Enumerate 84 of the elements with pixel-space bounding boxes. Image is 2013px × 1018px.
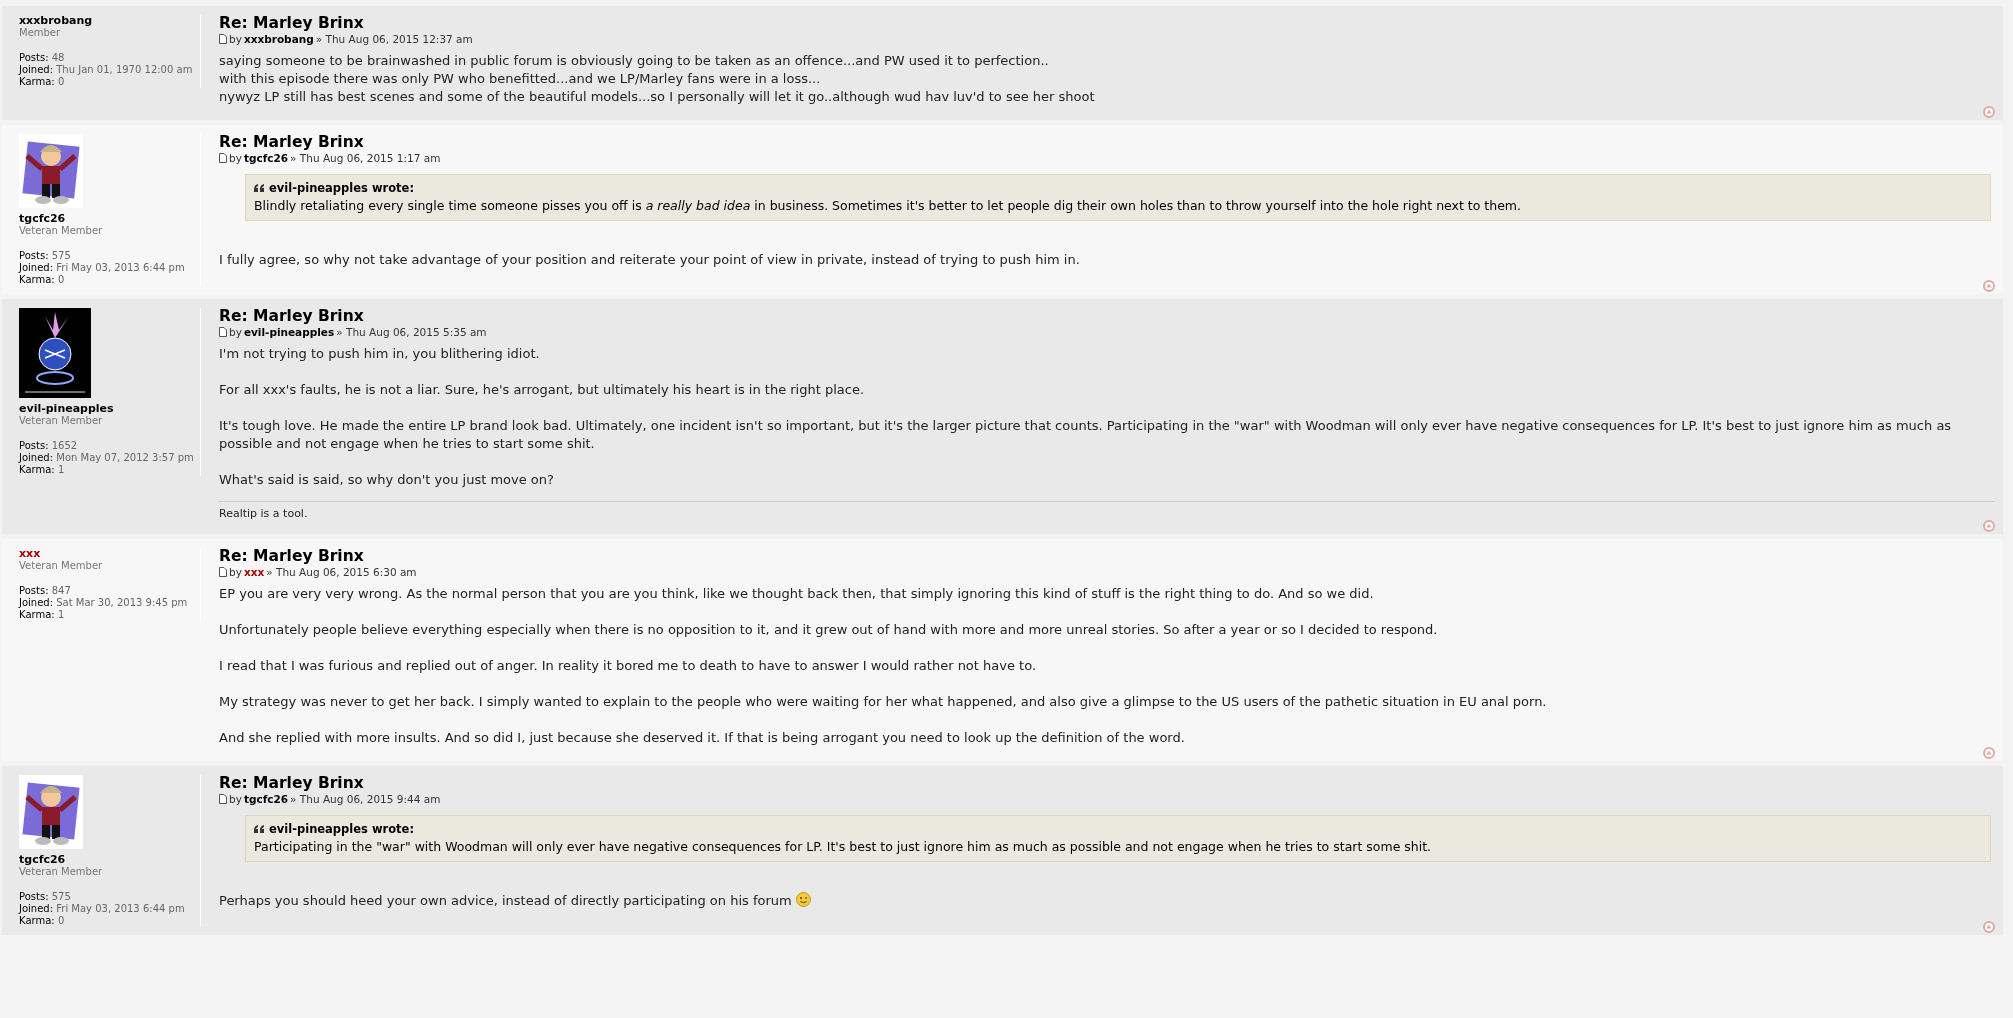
author-rank: Member — [19, 27, 62, 39]
byline-author[interactable]: tgcfc26 — [243, 152, 289, 164]
post-date: » Thu Aug 06, 2015 12:37 am — [315, 33, 473, 45]
byline-author[interactable]: tgcfc26 — [243, 793, 289, 805]
post-date: » Thu Aug 06, 2015 5:35 am — [336, 326, 487, 338]
stat-value: 1652 — [51, 440, 78, 451]
stat-label: Posts: — [19, 250, 49, 261]
post-text: And she replied with more insults. And so did I, just because she deserved it. If that is being arrogant you need to look up the definition of the word. — [219, 730, 1185, 745]
author-name[interactable]: xxx — [19, 548, 196, 560]
author-name[interactable]: xxxbrobang — [19, 15, 196, 27]
signature: Realtip is a tool. — [219, 501, 1995, 520]
byline-label: by — [229, 326, 242, 338]
post-text: I fully agree, so why not take advantage of your position and reiterate your point of view in private, instead of trying to push him in. — [219, 252, 1080, 267]
byline-author[interactable]: xxx — [243, 566, 265, 578]
post-text: EP you are very very wrong. As the normal person that you are you think, like we thought back then, that simply ignoring this kind of stuff is the right thing to do. And so we did. — [219, 586, 1374, 601]
stat-label: Joined: — [19, 903, 54, 914]
stat-label: Joined: — [19, 452, 54, 463]
stat-value: 0 — [57, 76, 65, 87]
stat-value: 0 — [57, 915, 65, 926]
stat-value: Sat Mar 30, 2013 9:45 pm — [56, 597, 188, 608]
post-date: » Thu Aug 06, 2015 1:17 am — [290, 152, 441, 164]
quote-icon — [254, 825, 265, 833]
stat-label: Karma: — [19, 464, 55, 475]
author-rank: Veteran Member — [19, 415, 104, 427]
post-text: For all xxx's faults, he is not a liar. Sure, he's arrogant, but ultimately his heart is in the right place. — [219, 382, 865, 397]
quote-icon — [254, 184, 265, 192]
stat-label: Posts: — [19, 585, 49, 596]
document-icon[interactable] — [219, 153, 227, 163]
post-text: saying someone to be brainwashed in public forum is obviously going to be taken as an offence...and PW used it to perfection.. with this episode there was only PW who benefitted...and we LP/Marley fans were in a loss... nywyz LP still has best scenes and some of the beautiful models...so I personally will let it go..although wud hav luv'd to see her shoot — [219, 53, 1095, 104]
post-text: What's said is said, so why don't you just move on? — [219, 472, 554, 487]
post-title[interactable]: Re: Marley Brinx — [219, 307, 1995, 325]
stat-label: Karma: — [19, 915, 55, 926]
stat-label: Joined: — [19, 64, 54, 75]
stat-value: Mon May 07, 2012 3:57 pm — [56, 452, 194, 463]
author-name[interactable]: tgcfc26 — [19, 854, 196, 866]
post-text: Unfortunately people believe everything especially when there is no opposition to it, and it grew out of hand with more and more unreal stories. So after a year or so I decided to respond. — [219, 622, 1438, 637]
stat-label: Joined: — [19, 597, 54, 608]
stat-value: 0 — [57, 274, 65, 285]
post-title[interactable]: Re: Marley Brinx — [219, 14, 1995, 32]
document-icon[interactable] — [219, 794, 227, 804]
byline-label: by — [229, 793, 242, 805]
byline-author[interactable]: xxxbrobang — [243, 33, 314, 45]
post-text: It's tough love. He made the entire LP brand look bad. Ultimately, one incident isn't so important, but it's the larger picture that counts. Participating in the "war" with Woodman will only ever have negative consequences for LP. It's best to just ignore him as much as possible and not engage when he tries to start some shit. — [219, 418, 1952, 451]
stat-value: 575 — [51, 250, 71, 261]
stat-label: Karma: — [19, 76, 55, 87]
stat-value: 1 — [57, 464, 65, 475]
post-text: I read that I was furious and replied out of anger. In reality it bored me to death to have to answer I would rather not have to. — [219, 658, 1037, 673]
stat-label: Posts: — [19, 440, 49, 451]
stat-value: Fri May 03, 2013 6:44 pm — [56, 262, 185, 273]
byline-author[interactable]: evil-pineapples — [243, 326, 335, 338]
stat-value: 48 — [51, 52, 65, 63]
post-title[interactable]: Re: Marley Brinx — [219, 774, 1995, 792]
post-text: Perhaps you should heed your own advice, instead of directly participating on his forum — [219, 893, 792, 908]
stat-label: Posts: — [19, 52, 49, 63]
stat-value: Fri May 03, 2013 6:44 pm — [56, 903, 185, 914]
quote-text: Participating in the "war" with Woodman will only ever have negative consequences for LP. It's best to just ignore him as much as possible and not engage when he tries to start some shit. — [254, 838, 1433, 856]
stat-value: Thu Jan 01, 1970 12:00 am — [56, 64, 193, 75]
document-icon[interactable] — [219, 327, 227, 337]
author-rank: Veteran Member — [19, 225, 104, 237]
stat-label: Posts: — [19, 891, 49, 902]
stat-label: Karma: — [19, 609, 55, 620]
quote-author: evil-pineapples wrote: — [254, 820, 1982, 838]
post-text: My strategy was never to get her back. I simply wanted to explain to the people who were waiting for her what happened, and also give a glimpse to the US users of the pathetic situation in EU anal porn. — [219, 694, 1547, 709]
post-date: » Thu Aug 06, 2015 6:30 am — [266, 566, 417, 578]
document-icon[interactable] — [219, 34, 227, 44]
quote-text: Blindly retaliating every single time someone pisses you off is a really bad idea in business. Sometimes it's better to let people dig their own holes than to throw yourself into the hole right next to them. — [254, 197, 1523, 215]
stat-value: 1 — [57, 609, 65, 620]
document-icon[interactable] — [219, 567, 227, 577]
author-name[interactable]: tgcfc26 — [19, 213, 196, 225]
byline-label: by — [229, 33, 242, 45]
stat-value: 847 — [51, 585, 71, 596]
quote-author: evil-pineapples wrote: — [254, 179, 1982, 197]
post-date: » Thu Aug 06, 2015 9:44 am — [290, 793, 441, 805]
author-rank: Veteran Member — [19, 560, 104, 572]
post-text: I'm not trying to push him in, you blithering idiot. — [219, 346, 540, 361]
stat-value: 575 — [51, 891, 71, 902]
byline-label: by — [229, 566, 242, 578]
author-rank: Veteran Member — [19, 866, 104, 878]
byline-label: by — [229, 152, 242, 164]
author-name[interactable]: evil-pineapples — [19, 403, 196, 415]
stat-label: Karma: — [19, 274, 55, 285]
stat-label: Joined: — [19, 262, 54, 273]
post-title[interactable]: Re: Marley Brinx — [219, 133, 1995, 151]
post-title[interactable]: Re: Marley Brinx — [219, 547, 1995, 565]
